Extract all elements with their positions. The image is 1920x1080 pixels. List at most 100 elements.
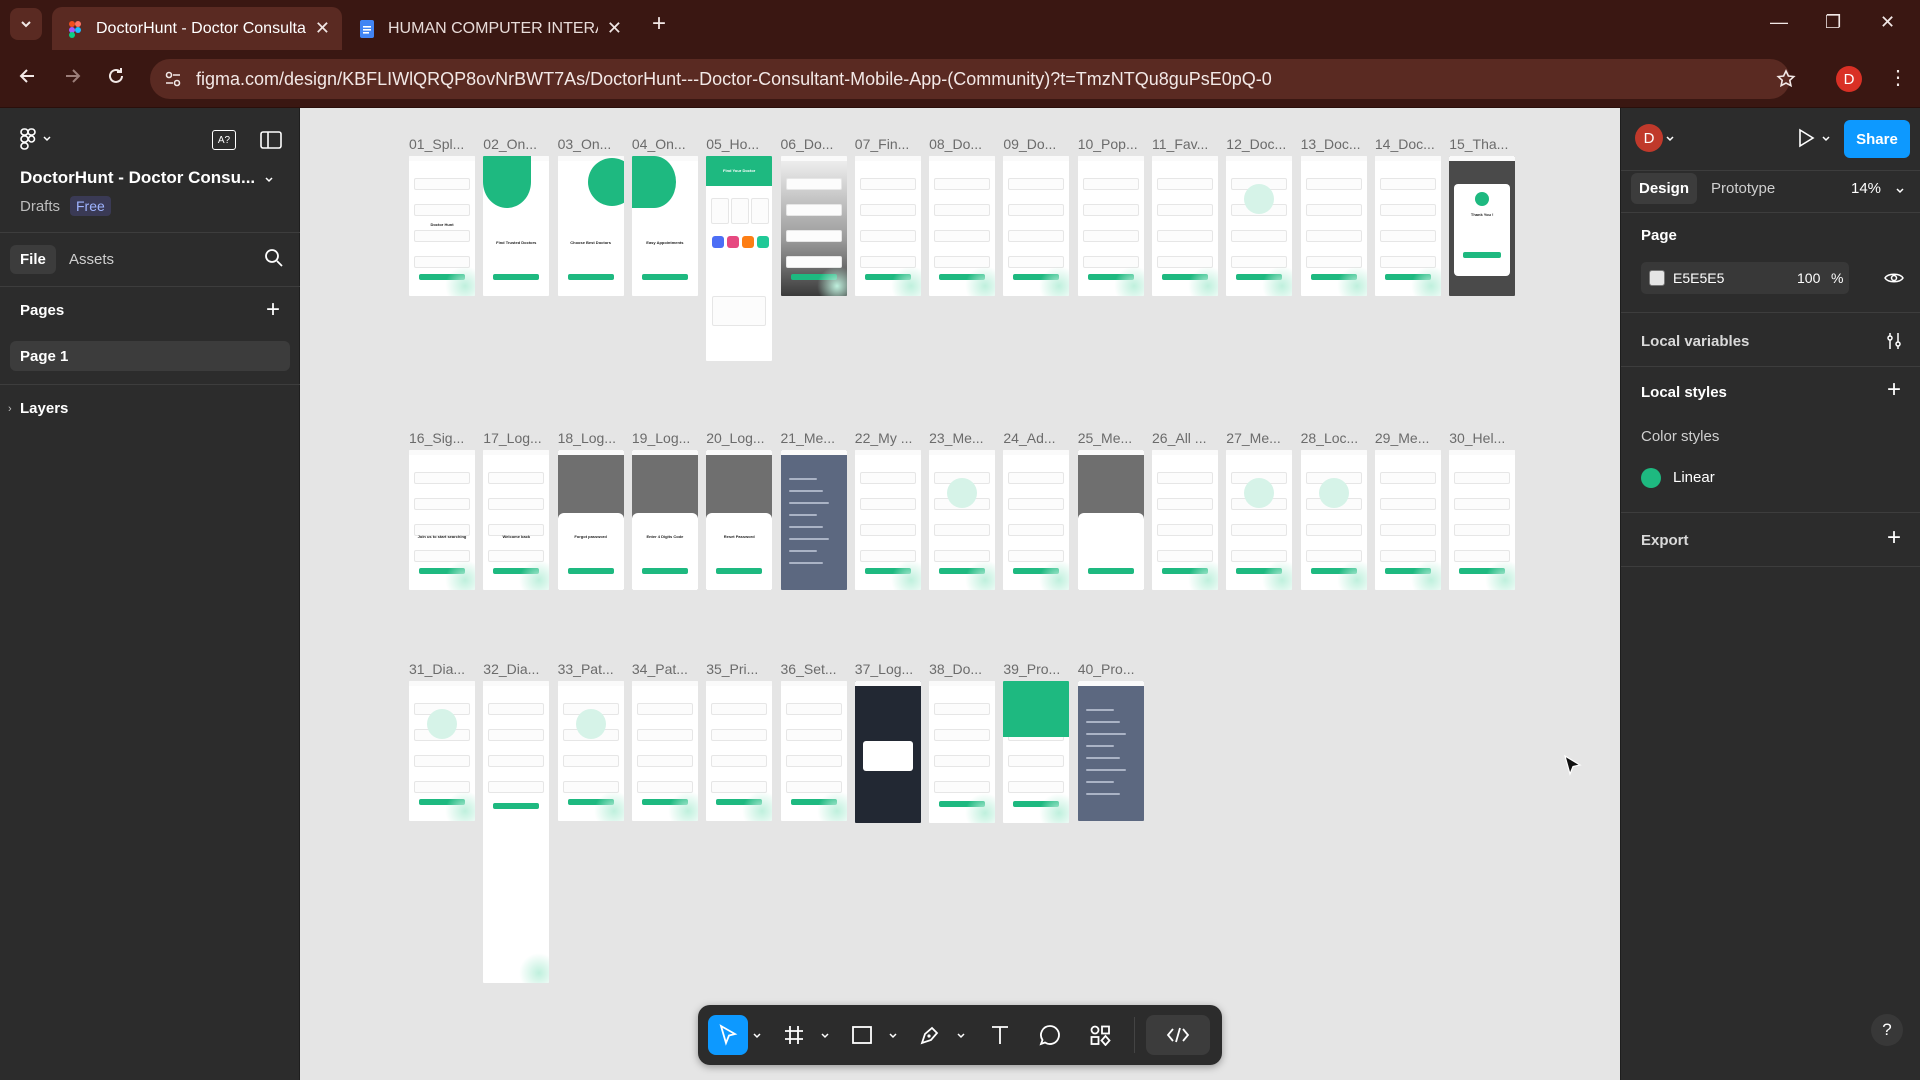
variables-sliders-icon[interactable] — [1885, 332, 1903, 350]
tab-close-icon[interactable]: ✕ — [315, 18, 330, 39]
frame-thumbnail[interactable] — [1374, 156, 1441, 296]
frame-label[interactable]: 31_Dia... — [409, 661, 465, 677]
frame-label[interactable]: 03_On... — [558, 136, 612, 152]
ai-actions-icon[interactable]: A? — [212, 130, 236, 150]
page-color-hex[interactable]: E5E5E5 — [1673, 270, 1724, 286]
frame-thumbnail[interactable] — [929, 681, 996, 823]
frame-thumbnail[interactable]: Welcome back — [483, 450, 550, 590]
chevron-down-icon[interactable] — [752, 1031, 762, 1041]
chevron-down-icon[interactable] — [1895, 186, 1905, 196]
frame-label[interactable]: 09_Do... — [1003, 136, 1056, 152]
frame-thumbnail[interactable]: Log Out — [854, 681, 921, 823]
frame-thumbnail[interactable] — [1374, 450, 1441, 590]
frame-thumbnail[interactable]: Doctor Hunt — [409, 156, 475, 296]
frame-thumbnail[interactable]: Enter 4 Digits Code — [631, 450, 698, 590]
frame-label[interactable]: 01_Spl... — [409, 136, 464, 152]
tab-design[interactable]: Design — [1631, 173, 1698, 204]
search-icon[interactable] — [264, 248, 284, 268]
frame-thumbnail[interactable] — [1003, 450, 1070, 590]
frame-thumbnail[interactable] — [1077, 450, 1144, 590]
color-style-swatch[interactable] — [1641, 468, 1661, 488]
frame-thumbnail[interactable] — [780, 450, 847, 590]
frame-thumbnail[interactable]: Reset Password — [706, 450, 773, 590]
frame-thumbnail[interactable] — [854, 450, 921, 590]
color-swatch[interactable] — [1649, 270, 1665, 286]
restore-icon[interactable]: ❐ — [1825, 12, 1841, 33]
frame-label[interactable]: 12_Doc... — [1226, 136, 1286, 152]
export-heading[interactable]: Export — [1641, 532, 1689, 549]
present-play-icon[interactable] — [1797, 128, 1815, 148]
tab-search-button[interactable] — [10, 8, 42, 40]
frame-label[interactable]: 07_Fin... — [855, 136, 909, 152]
frame-thumbnail[interactable] — [557, 681, 624, 821]
zoom-level[interactable]: 14% — [1851, 180, 1881, 197]
frame-label[interactable]: 40_Pro... — [1078, 661, 1135, 677]
dev-mode-toggle[interactable] — [1146, 1015, 1210, 1055]
frame-thumbnail[interactable] — [483, 681, 550, 983]
frame-thumbnail[interactable]: Thank You ! — [1449, 156, 1516, 296]
chevron-down-icon[interactable] — [956, 1031, 966, 1041]
frame-thumbnail[interactable] — [1152, 450, 1218, 590]
frame-thumbnail[interactable] — [780, 681, 847, 821]
frame-label[interactable]: 39_Pro... — [1003, 661, 1060, 677]
tab-hci-doc[interactable]: HUMAN COMPUTER INTERACTI ✕ — [344, 7, 634, 50]
frame-label[interactable]: 35_Pri... — [706, 661, 758, 677]
add-style-icon[interactable]: + — [1887, 376, 1901, 404]
frame-thumbnail[interactable] — [1226, 156, 1293, 296]
frame-thumbnail[interactable] — [1077, 681, 1144, 821]
chevron-down-icon[interactable] — [264, 175, 274, 185]
frame-label[interactable]: 38_Do... — [929, 661, 982, 677]
shape-tool[interactable] — [842, 1015, 882, 1055]
frame-label[interactable]: 24_Ad... — [1003, 430, 1055, 446]
frame-label[interactable]: 33_Pat... — [558, 661, 614, 677]
close-window-icon[interactable]: ✕ — [1880, 12, 1895, 33]
frame-label[interactable]: 27_Me... — [1226, 430, 1280, 446]
minimize-icon[interactable]: — — [1770, 12, 1788, 33]
frame-label[interactable]: 21_Me... — [781, 430, 835, 446]
frame-thumbnail[interactable] — [631, 681, 698, 821]
frame-label[interactable]: 20_Log... — [706, 430, 764, 446]
frame-thumbnail[interactable]: Easy Appointments — [631, 156, 698, 296]
frame-label[interactable]: 05_Ho... — [706, 136, 759, 152]
file-name[interactable]: DoctorHunt - Doctor Consu... — [20, 168, 255, 188]
chevron-right-icon[interactable]: › — [8, 403, 12, 415]
frame-thumbnail[interactable]: Find Your Doctor — [706, 156, 773, 361]
tab-prototype[interactable]: Prototype — [1711, 180, 1775, 197]
frame-label[interactable]: 30_Hel... — [1449, 430, 1505, 446]
frame-label[interactable]: 04_On... — [632, 136, 686, 152]
frame-label[interactable]: 17_Log... — [483, 430, 541, 446]
comment-tool[interactable] — [1030, 1015, 1070, 1055]
site-settings-icon[interactable] — [164, 70, 182, 88]
chevron-down-icon[interactable] — [1665, 134, 1675, 144]
frame-thumbnail[interactable] — [1003, 156, 1070, 296]
tab-assets[interactable]: Assets — [69, 251, 114, 268]
frame-label[interactable]: 15_Tha... — [1449, 136, 1508, 152]
local-variables[interactable]: Local variables — [1641, 333, 1749, 350]
color-style-name[interactable]: Linear — [1673, 469, 1715, 486]
frame-label[interactable]: 32_Dia... — [483, 661, 539, 677]
frame-thumbnail[interactable] — [1300, 156, 1367, 296]
frame-label[interactable]: 18_Log... — [558, 430, 616, 446]
frame-tool[interactable] — [774, 1015, 814, 1055]
frame-thumbnail[interactable] — [1226, 450, 1293, 590]
pen-tool[interactable] — [910, 1015, 950, 1055]
add-export-icon[interactable]: + — [1887, 524, 1901, 552]
profile-avatar[interactable]: D — [1836, 66, 1862, 92]
frame-thumbnail[interactable] — [409, 681, 475, 821]
chevron-down-icon[interactable] — [820, 1031, 830, 1041]
reload-icon[interactable] — [106, 66, 126, 86]
frame-thumbnail[interactable] — [1449, 450, 1516, 590]
add-page-icon[interactable]: + — [266, 296, 280, 324]
back-icon[interactable] — [18, 66, 38, 86]
frame-label[interactable]: 26_All ... — [1152, 430, 1206, 446]
move-tool[interactable] — [708, 1015, 748, 1055]
frame-thumbnail[interactable]: Find Trusted Doctors — [483, 156, 550, 296]
help-button[interactable]: ? — [1871, 1014, 1903, 1046]
frame-label[interactable]: 02_On... — [483, 136, 537, 152]
frame-thumbnail[interactable]: Forgot password — [557, 450, 624, 590]
frame-thumbnail[interactable]: Choose Best Doctors — [557, 156, 624, 296]
design-canvas[interactable]: 01_Spl... Doctor Hunt 02_On... Find Trusted… — [301, 108, 1619, 1080]
frame-thumbnail[interactable] — [929, 156, 996, 296]
frame-thumbnail[interactable] — [1077, 156, 1144, 296]
layers-heading[interactable]: Layers — [20, 400, 68, 417]
